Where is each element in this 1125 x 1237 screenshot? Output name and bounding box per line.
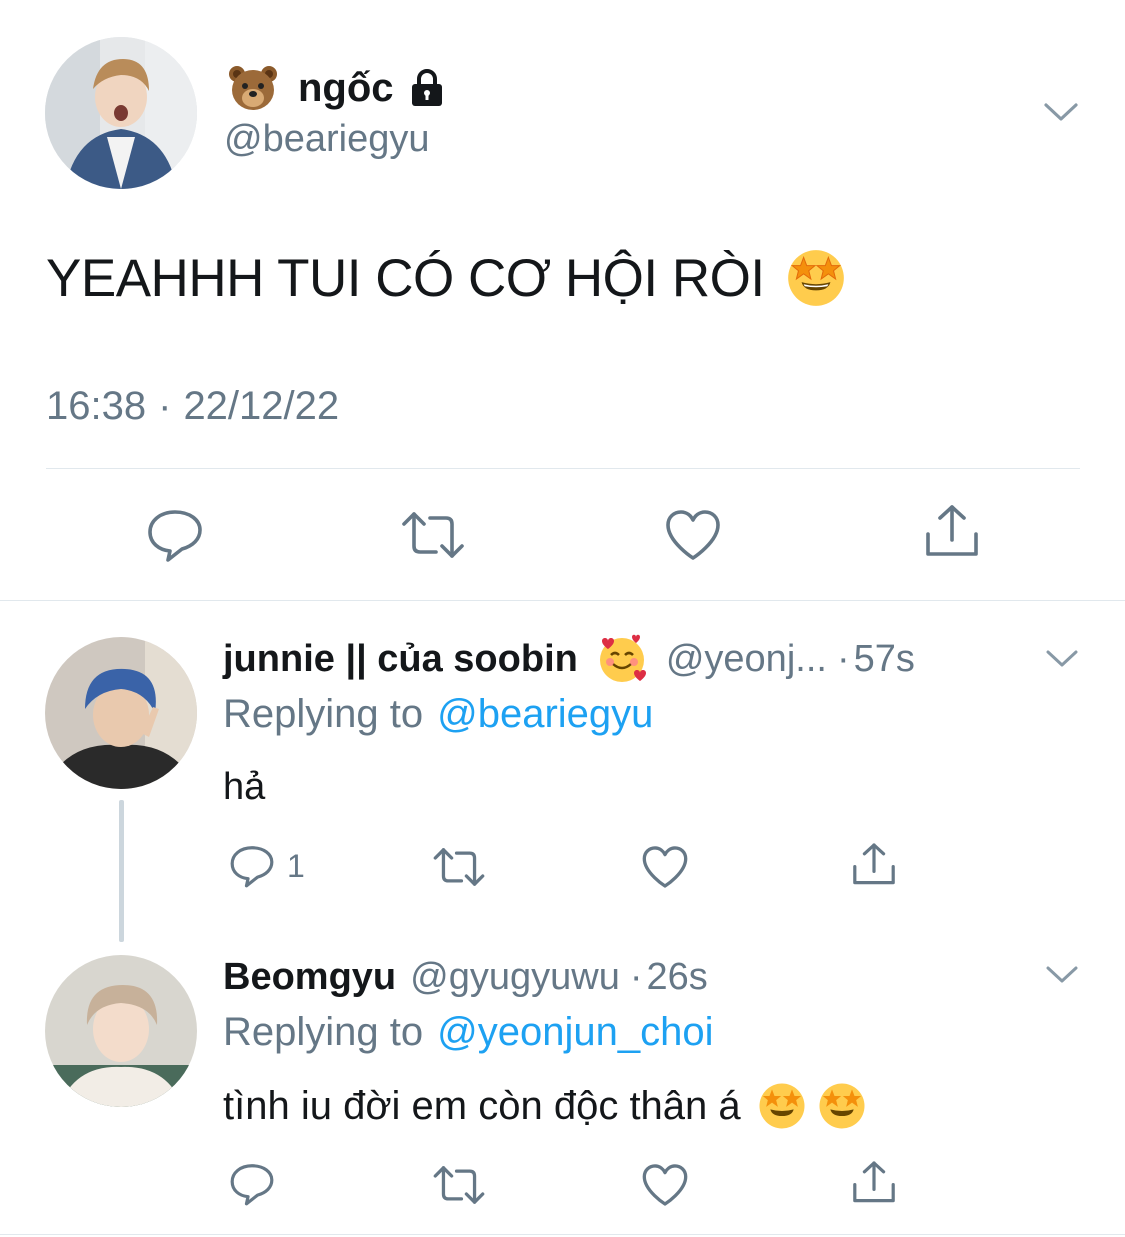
replying-to-label: Replying to (223, 692, 424, 736)
reply-header: Beomgyu @gyugyuwu · 26s (223, 950, 708, 1004)
reply-text-row: tình iu đời em còn độc thân á (223, 1078, 869, 1134)
reply-text: hả (223, 766, 266, 808)
thread-line (119, 800, 124, 942)
like-icon[interactable] (664, 508, 722, 562)
like-icon[interactable] (641, 844, 689, 890)
reply-avatar[interactable] (45, 637, 197, 789)
share-icon[interactable] (922, 504, 982, 560)
author-name-row: ngốc (228, 62, 448, 114)
share-icon[interactable] (850, 842, 898, 888)
reply-icon[interactable] (146, 508, 204, 562)
reply-count: 1 (287, 847, 305, 884)
tweet-time: 16:38 (46, 384, 147, 428)
smiling-face-with-hearts-emoji (594, 633, 650, 685)
reply-icon[interactable] (229, 1162, 275, 1206)
replying-to-link[interactable]: @yeonjun_choi (437, 1010, 713, 1055)
share-icon[interactable] (850, 1160, 898, 1206)
author-handle[interactable]: @beariegyu (224, 118, 429, 161)
tweet-date: 22/12/22 (183, 384, 340, 428)
divider (0, 1234, 1125, 1235)
divider (0, 600, 1125, 601)
tweet-text-row: YEAHHH TUI CÓ CƠ HỘI RÒI (46, 246, 849, 310)
reply-time[interactable]: 57s (854, 638, 915, 681)
replying-to-link[interactable]: @beariegyu (437, 692, 653, 737)
chevron-down-icon[interactable] (1044, 646, 1080, 672)
reply-text: tình iu đời em còn độc thân á (223, 1083, 741, 1128)
retweet-icon[interactable] (432, 1164, 486, 1206)
author-display-name[interactable]: ngốc (298, 66, 394, 111)
retweet-icon[interactable] (400, 510, 466, 560)
divider (46, 468, 1080, 469)
star-struck-emoji (815, 1081, 869, 1131)
author-avatar[interactable] (45, 37, 197, 189)
lock-icon (406, 67, 448, 109)
replying-to: Replying to @beariegyu (223, 692, 653, 737)
star-struck-emoji (783, 247, 849, 309)
replying-to-label: Replying to (223, 1010, 424, 1054)
replying-to: Replying to @yeonjun_choi (223, 1010, 713, 1055)
tweet-text: YEAHHH TUI CÓ CƠ HỘI RÒI (46, 248, 765, 308)
reply-time[interactable]: 26s (646, 956, 707, 999)
separator-dot: · (629, 955, 643, 998)
separator-dot: · (836, 637, 850, 680)
bear-face-emoji (228, 64, 278, 112)
reply-handle[interactable]: @yeonj... (666, 638, 827, 681)
like-icon[interactable] (641, 1162, 689, 1208)
reply-icon (229, 844, 275, 888)
reply-header: junnie || của soobin @yeonj... · 57s (223, 632, 915, 686)
reply-button[interactable]: 1 (229, 844, 305, 888)
reply-handle[interactable]: @gyugyuwu (410, 956, 620, 999)
reply-display-name[interactable]: junnie || của soobin (223, 638, 578, 681)
retweet-icon[interactable] (432, 846, 486, 888)
star-struck-emoji (755, 1081, 809, 1131)
chevron-down-icon[interactable] (1042, 98, 1080, 126)
reply-avatar[interactable] (45, 955, 197, 1107)
reply-display-name[interactable]: Beomgyu (223, 956, 396, 999)
tweet-timestamp[interactable]: 16:38 · 22/12/22 (46, 384, 339, 429)
separator-dot: · (158, 384, 172, 428)
chevron-down-icon[interactable] (1044, 962, 1080, 988)
